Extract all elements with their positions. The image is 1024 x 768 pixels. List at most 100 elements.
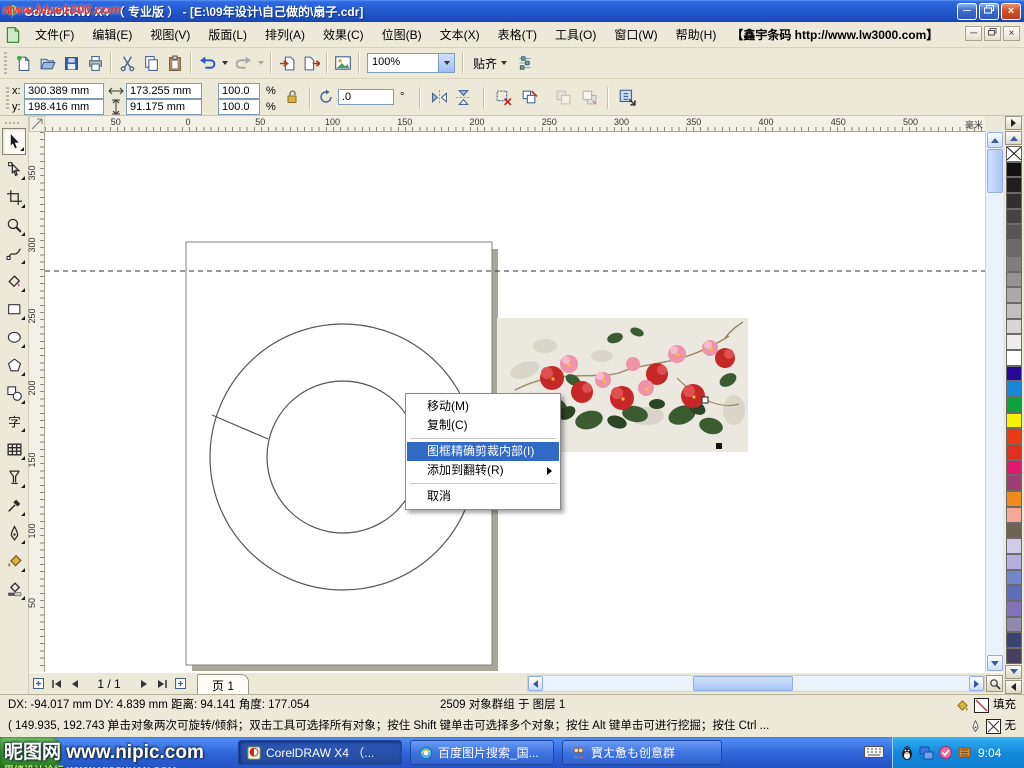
menu-item-窗口[interactable]: 窗口(W) — [605, 22, 666, 47]
page-tab[interactable]: 页 1 — [197, 674, 249, 694]
qq-tray-icon[interactable] — [899, 745, 915, 761]
context-menu-item-3[interactable]: 图框精确剪裁内部(I) — [407, 442, 559, 461]
context-menu-item-4[interactable]: 添加到翻转(R) — [407, 461, 559, 480]
menu-item-排列[interactable]: 排列(A) — [256, 22, 314, 47]
minimize-button[interactable]: ─ — [957, 3, 977, 20]
color-swatch-10[interactable] — [1006, 303, 1022, 319]
crop-tool[interactable] — [2, 184, 26, 211]
cut-button[interactable] — [115, 51, 139, 75]
menu-item-文本[interactable]: 文本(X) — [431, 22, 489, 47]
security-tray-icon[interactable] — [938, 745, 953, 760]
print-button[interactable] — [83, 51, 107, 75]
to-back-button[interactable] — [578, 86, 600, 108]
rotation-angle-field[interactable]: .0 — [338, 89, 394, 105]
color-swatch-27[interactable] — [1006, 570, 1022, 586]
zoom-level-combo[interactable]: 100% — [367, 53, 455, 73]
open-button[interactable] — [35, 51, 59, 75]
color-swatch-18[interactable] — [1006, 428, 1022, 444]
hscroll-left-button[interactable] — [528, 676, 543, 691]
eyedropper-tool[interactable] — [2, 492, 26, 519]
text-tool[interactable]: 字 — [2, 408, 26, 435]
color-swatch-9[interactable] — [1006, 287, 1022, 303]
color-swatch-22[interactable] — [1006, 491, 1022, 507]
scroll-up-button[interactable] — [987, 132, 1003, 148]
rectangle-tool[interactable] — [2, 296, 26, 323]
new-button[interactable] — [11, 51, 35, 75]
interactive-fill-tool[interactable] — [2, 576, 26, 603]
freehand-tool[interactable] — [2, 240, 26, 267]
ellipse-tool[interactable] — [2, 324, 26, 351]
toolbox-grip[interactable] — [0, 119, 28, 127]
import-button[interactable] — [275, 51, 299, 75]
color-swatch-1[interactable] — [1006, 162, 1022, 178]
color-swatch-31[interactable] — [1006, 632, 1022, 648]
mirror-vertical-button[interactable] — [452, 86, 474, 108]
first-page-button[interactable] — [47, 675, 65, 693]
quick-customize-button[interactable] — [616, 86, 638, 108]
color-swatch-14[interactable] — [1006, 366, 1022, 382]
undo-dropdown[interactable] — [219, 51, 231, 75]
menu-item-效果[interactable]: 效果(C) — [314, 22, 373, 47]
selection-handle-right[interactable] — [702, 397, 708, 403]
color-swatch-15[interactable] — [1006, 381, 1022, 397]
color-swatch-17[interactable] — [1006, 413, 1022, 429]
color-swatch-6[interactable] — [1006, 240, 1022, 256]
menu-item-表格[interactable]: 表格(T) — [489, 22, 546, 47]
menu-item-帮助[interactable]: 帮助(H) — [667, 22, 726, 47]
selection-handle-corner[interactable] — [716, 443, 722, 449]
color-swatch-28[interactable] — [1006, 585, 1022, 601]
ruler-origin-corner[interactable] — [29, 116, 45, 132]
color-swatch-2[interactable] — [1006, 177, 1022, 193]
toolbar-grip[interactable] — [2, 52, 9, 74]
horizontal-ruler[interactable]: 毫米 50050100150200250300350400450500 — [45, 116, 985, 132]
redo-dropdown[interactable] — [255, 51, 267, 75]
start-button[interactable] — [0, 737, 62, 768]
pick-tool[interactable] — [2, 128, 26, 155]
color-swatch-16[interactable] — [1006, 397, 1022, 413]
outline-pen-tool[interactable] — [2, 520, 26, 547]
last-page-button[interactable] — [153, 675, 171, 693]
to-front-button[interactable] — [552, 86, 574, 108]
fill-tool[interactable] — [2, 548, 26, 575]
context-menu-item-0[interactable]: 移动(M) — [407, 397, 559, 416]
doc-close-button[interactable]: × — [1003, 26, 1020, 41]
restore-button[interactable] — [979, 3, 999, 20]
doc-restore-button[interactable] — [984, 26, 1001, 41]
snap-to-button[interactable]: 贴齐 — [467, 52, 513, 75]
basic-shapes-tool[interactable] — [2, 380, 26, 407]
ungroup-button[interactable] — [518, 86, 540, 108]
navigator-button[interactable] — [986, 675, 1003, 692]
app-launcher-icon[interactable] — [331, 51, 355, 75]
vertical-ruler[interactable]: 35030025020015010050 — [29, 132, 45, 672]
object-height-field[interactable]: 91.175 mm — [126, 99, 202, 115]
palette-expand-button[interactable] — [1005, 680, 1022, 694]
color-swatch-29[interactable] — [1006, 601, 1022, 617]
color-swatch-7[interactable] — [1006, 256, 1022, 272]
color-swatch-25[interactable] — [1006, 538, 1022, 554]
previous-page-button[interactable] — [65, 675, 83, 693]
add-page-button-left[interactable] — [29, 675, 47, 693]
object-width-field[interactable]: 173.255 mm — [126, 83, 202, 99]
hscroll-right-button[interactable] — [969, 676, 984, 691]
color-swatch-20[interactable] — [1006, 460, 1022, 476]
menu-item-位图[interactable]: 位图(B) — [373, 22, 431, 47]
menu-item-工具[interactable]: 工具(O) — [546, 22, 605, 47]
swatch-no-color[interactable] — [1006, 146, 1022, 162]
color-swatch-5[interactable] — [1006, 224, 1022, 240]
polygon-tool[interactable] — [2, 352, 26, 379]
lock-ratio-icon[interactable] — [284, 89, 300, 105]
palette-flyout-button[interactable] — [1005, 116, 1022, 130]
color-swatch-8[interactable] — [1006, 272, 1022, 288]
color-swatch-21[interactable] — [1006, 475, 1022, 491]
blend-tool[interactable] — [2, 464, 26, 491]
color-swatch-4[interactable] — [1006, 209, 1022, 225]
shape-tool[interactable] — [2, 156, 26, 183]
color-swatch-13[interactable] — [1006, 350, 1022, 366]
smart-fill-tool[interactable] — [2, 268, 26, 295]
taskbar-button-1[interactable]: 百度图片搜索_国... — [410, 740, 554, 765]
close-button[interactable]: × — [1001, 3, 1021, 20]
scale-x-field[interactable]: 100.0 — [218, 83, 260, 99]
doc-minimize-button[interactable]: ─ — [965, 26, 982, 41]
color-swatch-32[interactable] — [1006, 648, 1022, 664]
volume-tray-icon[interactable] — [957, 745, 972, 760]
